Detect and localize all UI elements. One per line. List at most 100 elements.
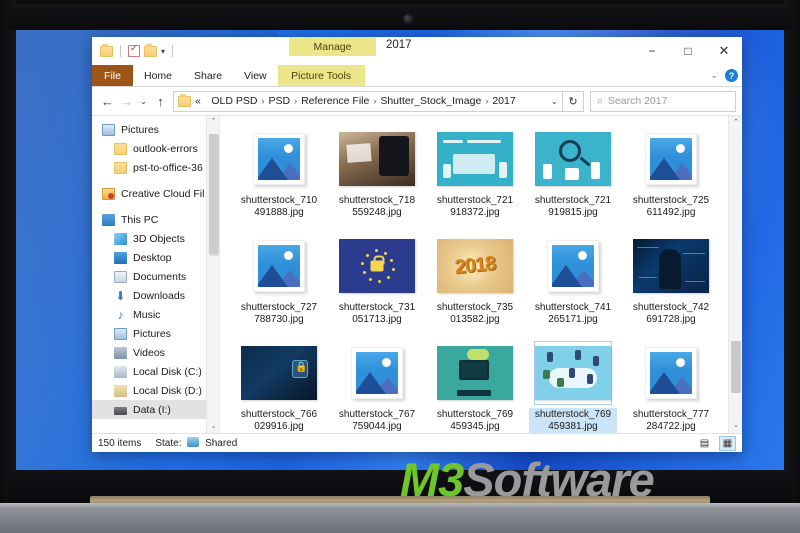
breadcrumb[interactable]: « OLD PSD › PSD › Reference File › Shutt… [173, 90, 563, 112]
file-item[interactable]: shutterstock_741 265171.jpg [524, 231, 622, 338]
scroll-down-icon[interactable]: ⌄ [207, 421, 219, 433]
sidebar-item-label: Creative Cloud Fil [121, 187, 205, 200]
photo-thumbnail [437, 132, 513, 186]
content-scroll-thumb[interactable] [731, 341, 741, 393]
sidebar-item-data-i[interactable]: Data (I:) [92, 400, 219, 419]
file-name: shutterstock_725 611492.jpg [627, 194, 715, 220]
nav-scroll-thumb[interactable] [209, 134, 218, 254]
file-item[interactable]: shutterstock_710 491888.jpg [230, 124, 328, 231]
file-item-selected[interactable]: shutterstock_769 459381.jpg [524, 338, 622, 433]
file-item[interactable]: shutterstock_767 759044.jpg [328, 338, 426, 433]
breadcrumb-item-4[interactable]: 2017 [492, 95, 515, 107]
nav-spacer-1 [92, 177, 219, 184]
properties-icon[interactable] [128, 43, 140, 57]
breadcrumb-item-2[interactable]: Reference File [301, 95, 369, 107]
file-item[interactable]: shutterstock_721 919815.jpg [524, 124, 622, 231]
up-button[interactable]: ↑ [151, 90, 170, 112]
sidebar-item-label: Local Disk (D:) [133, 384, 202, 397]
tab-share[interactable]: Share [183, 65, 233, 86]
file-item[interactable]: shutterstock_731 051713.jpg [328, 231, 426, 338]
file-name: shutterstock_710 491888.jpg [235, 194, 323, 220]
sidebar-item-pst-to-office[interactable]: pst-to-office-36 [92, 158, 219, 177]
bezel-top [8, 4, 792, 30]
scroll-down-icon[interactable]: ⌄ [729, 419, 742, 433]
refresh-button[interactable]: ↻ [563, 90, 584, 112]
customize-caret-icon[interactable]: ▾ [161, 47, 165, 56]
breadcrumb-item-3[interactable]: Shutter_Stock_Image [380, 95, 481, 107]
file-name-line1: shutterstock_766 [240, 409, 318, 420]
sidebar-item-outlook-errors[interactable]: outlook-errors [92, 139, 219, 158]
music-icon: ♪ [117, 307, 124, 322]
file-item[interactable]: shutterstock_769 459345.jpg [426, 338, 524, 433]
folder-icon[interactable] [100, 43, 113, 57]
sidebar-item-label: Pictures [121, 123, 159, 136]
sidebar-item-local-disk-c[interactable]: Local Disk (C:) [92, 362, 219, 381]
file-item[interactable]: shutterstock_766 029916.jpg [230, 338, 328, 433]
back-button[interactable]: ← [98, 90, 117, 112]
tab-view[interactable]: View [233, 65, 278, 86]
close-button[interactable]: ✕ [706, 37, 742, 65]
file-name-line2: 691728.jpg [646, 314, 696, 325]
file-name-line1: shutterstock_769 [534, 409, 612, 420]
sidebar-item-documents[interactable]: Documents [92, 267, 219, 286]
file-name: shutterstock_735 013582.jpg [431, 301, 519, 327]
image-placeholder-icon [547, 240, 599, 292]
pictures-icon [114, 327, 127, 340]
sidebar-item-label: Desktop [133, 251, 172, 264]
crumb-sep-0 [205, 96, 208, 106]
recent-locations-icon[interactable]: ⌄ [136, 90, 151, 112]
file-item[interactable]: 2018 shutterstock_735 013582.jpg [426, 231, 524, 338]
file-item[interactable]: shutterstock_718 559248.jpg [328, 124, 426, 231]
file-item[interactable]: shutterstock_742 691728.jpg [622, 231, 720, 338]
tab-picture-tools[interactable]: Picture Tools [277, 65, 365, 86]
breadcrumb-dropdown-icon[interactable]: ⌄ [542, 96, 558, 107]
scroll-up-icon[interactable]: ⌃ [729, 116, 742, 130]
sidebar-item-videos[interactable]: Videos [92, 343, 219, 362]
sidebar-item-local-disk-d[interactable]: Local Disk (D:) [92, 381, 219, 400]
view-list-button[interactable]: ▤ [696, 436, 713, 451]
help-icon[interactable]: ? [725, 69, 738, 82]
tab-file[interactable]: File [92, 65, 133, 86]
sidebar-item-downloads[interactable]: ⬇ Downloads [92, 286, 219, 305]
breadcrumb-item-0[interactable]: OLD PSD [211, 95, 257, 107]
thumbnail [241, 342, 317, 404]
sidebar-item-pictures-2[interactable]: Pictures [92, 324, 219, 343]
thumbnail [241, 128, 317, 190]
keyboard-icon [457, 390, 491, 396]
screen: ▾ Manage 2017 − □ ✕ File Home Share View… [16, 30, 784, 470]
new-folder-icon[interactable] [144, 43, 157, 57]
file-name-line2: 759044.jpg [352, 421, 402, 432]
state-value: Shared [205, 438, 238, 449]
file-name: shutterstock_731 051713.jpg [333, 301, 421, 327]
sidebar-item-label: Documents [133, 270, 187, 283]
sidebar-item-desktop[interactable]: Desktop [92, 248, 219, 267]
maximize-button[interactable]: □ [670, 37, 706, 65]
laptop-base [0, 503, 800, 533]
file-item[interactable]: shutterstock_727 788730.jpg [230, 231, 328, 338]
file-item[interactable]: shutterstock_721 918372.jpg [426, 124, 524, 231]
scroll-up-icon[interactable]: ⌃ [207, 116, 219, 128]
crumb-sep-1: › [261, 96, 265, 106]
watermark-m3: M3 [400, 453, 464, 506]
image-placeholder-icon [253, 240, 305, 292]
sidebar-item-music[interactable]: ♪ Music [92, 305, 219, 324]
thumbnail: 2018 [437, 235, 513, 297]
file-item[interactable]: shutterstock_777 284722.jpg [622, 338, 720, 433]
file-explorer-window: ▾ Manage 2017 − □ ✕ File Home Share View… [92, 37, 742, 452]
sidebar-item-this-pc[interactable]: This PC [92, 210, 219, 229]
search-input[interactable]: ⌕ Search 2017 [590, 90, 736, 112]
photo-thumbnail [241, 346, 317, 400]
tab-home[interactable]: Home [133, 65, 183, 86]
file-name-line1: shutterstock_725 [632, 195, 710, 206]
sidebar-item-3d-objects[interactable]: 3D Objects [92, 229, 219, 248]
chevron-down-icon[interactable]: ⌄ [710, 70, 718, 81]
minimize-button[interactable]: − [634, 37, 670, 65]
sidebar-item-pictures[interactable]: Pictures 📌 [92, 120, 219, 139]
forward-button[interactable]: → [117, 90, 136, 112]
nav-scrollbar[interactable]: ⌃ ⌄ [206, 116, 219, 433]
sidebar-item-creative-cloud[interactable]: Creative Cloud Fil [92, 184, 219, 203]
file-item[interactable]: shutterstock_725 611492.jpg [622, 124, 720, 231]
breadcrumb-item-1[interactable]: PSD [268, 95, 290, 107]
content-scrollbar[interactable]: ⌃ ⌄ [728, 116, 742, 433]
view-details-button[interactable]: ▦ [719, 435, 736, 451]
